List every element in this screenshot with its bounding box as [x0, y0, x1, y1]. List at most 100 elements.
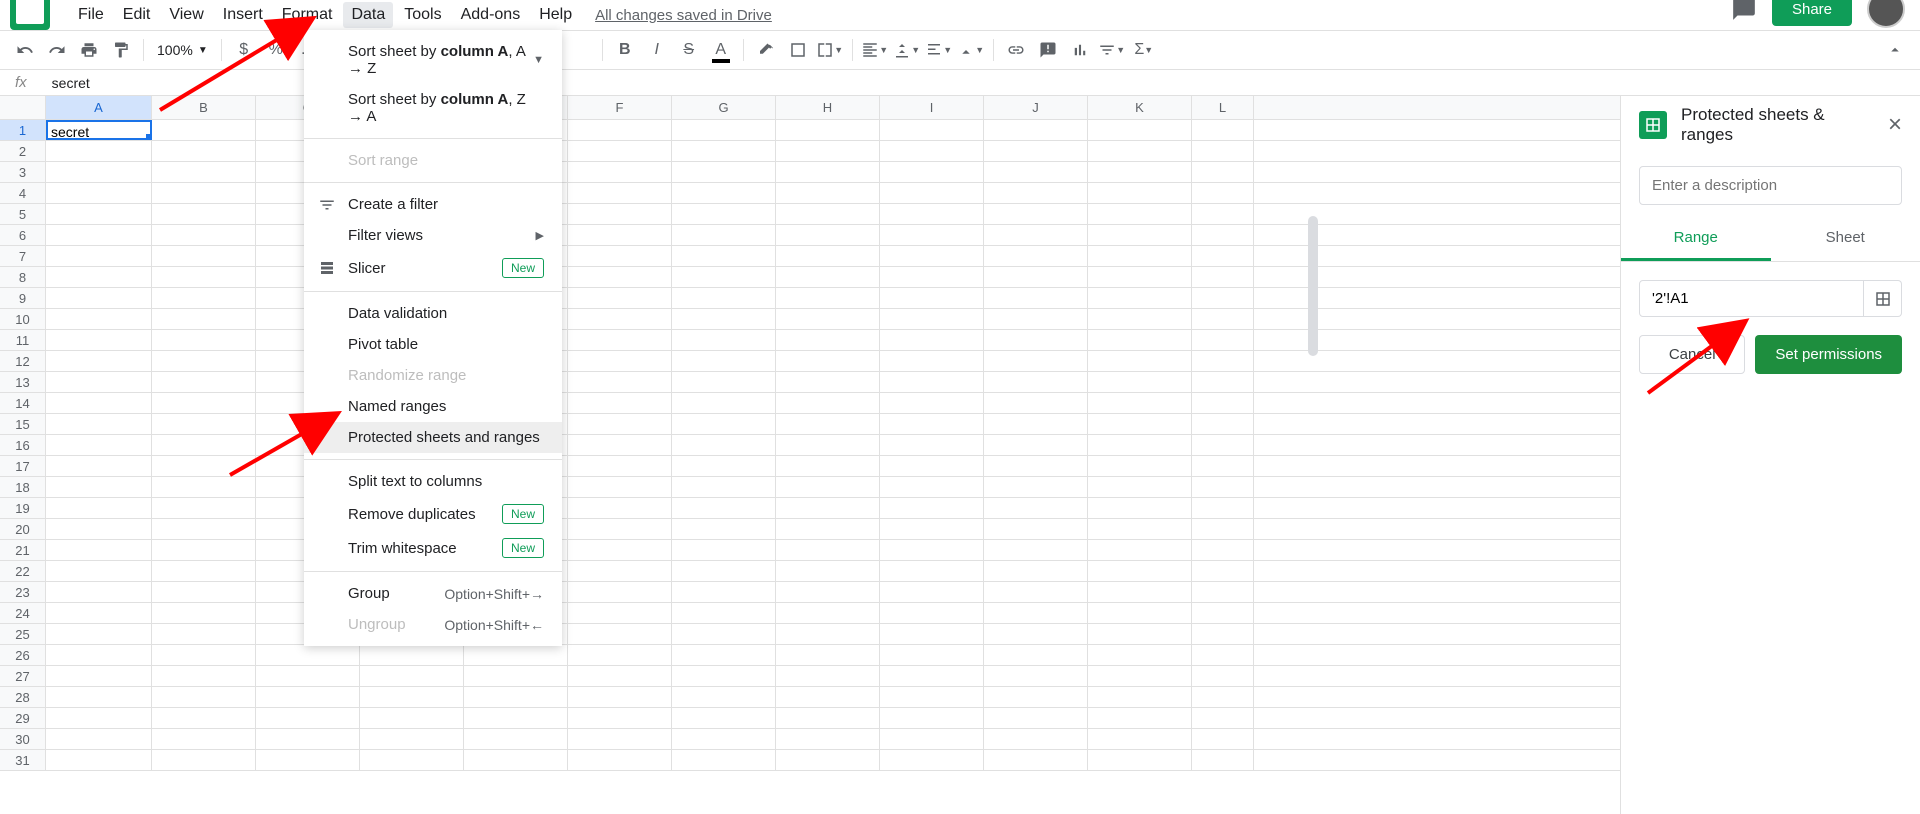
row-header[interactable]: 22 [0, 561, 46, 581]
cell[interactable] [880, 351, 984, 371]
cell[interactable] [46, 183, 152, 203]
cell[interactable] [568, 645, 672, 665]
cell[interactable] [1088, 351, 1192, 371]
currency-button[interactable]: $ [229, 35, 259, 65]
cell[interactable] [880, 309, 984, 329]
cell[interactable] [776, 267, 880, 287]
column-header[interactable]: G [672, 96, 776, 119]
cell[interactable] [568, 666, 672, 686]
cell[interactable] [1088, 225, 1192, 245]
cell[interactable] [464, 645, 568, 665]
cell[interactable] [152, 645, 256, 665]
cell[interactable] [984, 603, 1088, 623]
cell[interactable] [568, 498, 672, 518]
cell[interactable] [568, 477, 672, 497]
cell[interactable] [360, 645, 464, 665]
cell[interactable] [568, 687, 672, 707]
cell[interactable] [360, 708, 464, 728]
cell[interactable] [568, 288, 672, 308]
cell[interactable] [672, 666, 776, 686]
cell[interactable] [672, 750, 776, 770]
cell[interactable] [464, 666, 568, 686]
cell[interactable] [880, 498, 984, 518]
cell[interactable] [776, 582, 880, 602]
row-header[interactable]: 21 [0, 540, 46, 560]
cell[interactable] [152, 435, 256, 455]
menu-tools[interactable]: Tools [396, 2, 449, 28]
cell[interactable] [46, 519, 152, 539]
column-header[interactable]: H [776, 96, 880, 119]
cell[interactable] [1192, 477, 1254, 497]
cell[interactable] [672, 330, 776, 350]
cell[interactable] [46, 393, 152, 413]
pivot-table-item[interactable]: Pivot table [304, 329, 562, 360]
cell[interactable] [568, 624, 672, 644]
redo-button[interactable] [42, 35, 72, 65]
cell[interactable] [672, 729, 776, 749]
cell[interactable] [672, 246, 776, 266]
cell[interactable] [880, 477, 984, 497]
close-panel-button[interactable]: × [1888, 111, 1902, 139]
cell[interactable] [46, 414, 152, 434]
cell[interactable] [568, 204, 672, 224]
cell[interactable] [880, 246, 984, 266]
cell[interactable] [776, 519, 880, 539]
column-header[interactable]: B [152, 96, 256, 119]
cell[interactable] [152, 141, 256, 161]
cell[interactable] [256, 687, 360, 707]
cell[interactable] [776, 624, 880, 644]
named-ranges-item[interactable]: Named ranges [304, 391, 562, 422]
cell[interactable] [776, 603, 880, 623]
cell[interactable] [256, 750, 360, 770]
cell[interactable] [984, 351, 1088, 371]
row-header[interactable]: 6 [0, 225, 46, 245]
column-header[interactable]: L [1192, 96, 1254, 119]
cell[interactable] [880, 225, 984, 245]
cell[interactable] [152, 666, 256, 686]
cell[interactable] [46, 624, 152, 644]
cell[interactable] [984, 435, 1088, 455]
row-header[interactable]: 8 [0, 267, 46, 287]
tab-range[interactable]: Range [1621, 217, 1771, 261]
row-header[interactable]: 24 [0, 603, 46, 623]
print-button[interactable] [74, 35, 104, 65]
wrap-button[interactable]: ▼ [924, 35, 954, 65]
fill-color-button[interactable] [751, 35, 781, 65]
paint-format-button[interactable] [106, 35, 136, 65]
cell[interactable] [1088, 120, 1192, 140]
cell[interactable] [1088, 624, 1192, 644]
cell[interactable] [1192, 540, 1254, 560]
column-header[interactable]: F [568, 96, 672, 119]
cell[interactable] [46, 750, 152, 770]
cell[interactable] [152, 624, 256, 644]
cell[interactable]: secret [46, 120, 152, 140]
row-header[interactable]: 16 [0, 435, 46, 455]
cell[interactable] [776, 645, 880, 665]
cell[interactable] [1192, 393, 1254, 413]
cell[interactable] [880, 288, 984, 308]
cell[interactable] [880, 162, 984, 182]
cell[interactable] [568, 309, 672, 329]
cell[interactable] [1088, 582, 1192, 602]
cell[interactable] [776, 729, 880, 749]
cell[interactable] [568, 183, 672, 203]
cell[interactable] [568, 330, 672, 350]
split-text-item[interactable]: Split text to columns [304, 466, 562, 497]
row-header[interactable]: 17 [0, 456, 46, 476]
cell[interactable] [568, 372, 672, 392]
cell[interactable] [464, 708, 568, 728]
spreadsheet-grid[interactable]: ABCDEFGHIJKL 1secret23456789101112131415… [0, 96, 1620, 814]
cell[interactable] [568, 540, 672, 560]
cell[interactable] [1088, 435, 1192, 455]
cell[interactable] [880, 729, 984, 749]
cell[interactable] [984, 561, 1088, 581]
cell[interactable] [1192, 288, 1254, 308]
cell[interactable] [672, 687, 776, 707]
cell[interactable] [672, 477, 776, 497]
remove-duplicates-item[interactable]: Remove duplicates New [304, 497, 562, 531]
vertical-scrollbar[interactable] [1308, 216, 1318, 356]
cell[interactable] [984, 519, 1088, 539]
cell[interactable] [776, 372, 880, 392]
cell[interactable] [46, 456, 152, 476]
cell[interactable] [984, 624, 1088, 644]
